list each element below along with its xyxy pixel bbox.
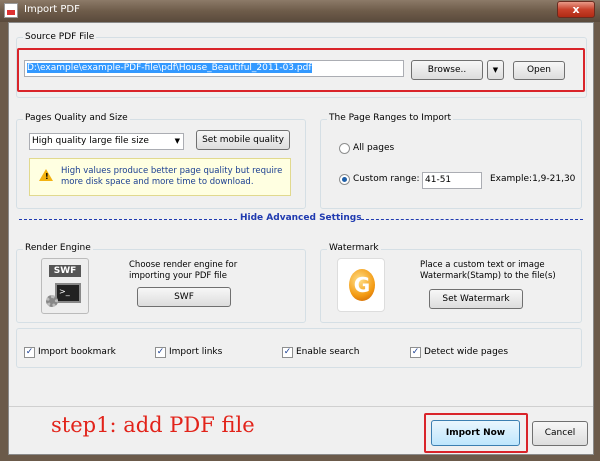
range-example: Example:1,9-21,30 bbox=[490, 174, 576, 184]
render-description: Choose render engine for importing your … bbox=[129, 260, 238, 281]
all-pages-label: All pages bbox=[353, 143, 395, 153]
quality-hint-box: ! High values produce better page qualit… bbox=[29, 158, 291, 196]
quality-select[interactable]: High quality large file size ▼ bbox=[29, 133, 184, 150]
detect-wide-pages-checkbox[interactable]: ✓ bbox=[410, 347, 421, 358]
swf-icon-label: SWF bbox=[49, 265, 81, 277]
quality-hint-text: High values produce better page quality … bbox=[61, 166, 283, 187]
pdf-app-icon bbox=[4, 3, 18, 18]
watermark-legend: Watermark bbox=[327, 243, 381, 253]
browse-button[interactable]: Browse.. bbox=[411, 60, 483, 80]
watermark-description: Place a custom text or image Watermark(S… bbox=[420, 260, 556, 281]
terminal-icon: >_ bbox=[55, 283, 81, 303]
ranges-group bbox=[320, 119, 582, 209]
import-pdf-dialog: Source PDF File D:\example\example-PDF-f… bbox=[8, 22, 594, 455]
warning-icon-mark: ! bbox=[45, 172, 49, 181]
source-pdf-legend: Source PDF File bbox=[23, 32, 97, 42]
enable-search-checkbox[interactable]: ✓ bbox=[282, 347, 293, 358]
import-bookmark-label: Import bookmark bbox=[38, 347, 116, 357]
hide-advanced-settings-link[interactable]: Hide Advanced Settings bbox=[240, 213, 362, 223]
footer-separator bbox=[9, 406, 593, 407]
render-legend: Render Engine bbox=[23, 243, 93, 253]
chevron-down-icon: ▼ bbox=[174, 137, 180, 145]
step-annotation: step1: add PDF file bbox=[51, 413, 255, 437]
pdf-path-input[interactable]: D:\example\example-PDF-file\pdf\House_Be… bbox=[24, 60, 404, 77]
watermark-icon-glyph: G bbox=[349, 269, 375, 301]
cancel-button[interactable]: Cancel bbox=[532, 421, 588, 446]
custom-range-input[interactable]: 41-51 bbox=[422, 172, 482, 189]
watermark-icon: G bbox=[337, 258, 385, 312]
advanced-divider-left bbox=[19, 219, 237, 220]
quality-legend: Pages Quality and Size bbox=[23, 113, 130, 123]
set-watermark-button[interactable]: Set Watermark bbox=[429, 289, 523, 309]
pdf-path-text: D:\example\example-PDF-file\pdf\House_Be… bbox=[27, 63, 312, 73]
import-bookmark-checkbox[interactable]: ✓ bbox=[24, 347, 35, 358]
swf-engine-icon: SWF >_ bbox=[41, 258, 89, 314]
import-now-button[interactable]: Import Now bbox=[431, 420, 520, 446]
set-mobile-quality-button[interactable]: Set mobile quality bbox=[196, 130, 290, 150]
custom-range-label: Custom range: bbox=[353, 174, 420, 184]
title-bar: Import PDF x bbox=[0, 0, 600, 22]
quality-select-value: High quality large file size bbox=[32, 136, 149, 146]
swf-engine-button[interactable]: SWF bbox=[137, 287, 231, 307]
import-links-checkbox[interactable]: ✓ bbox=[155, 347, 166, 358]
ranges-legend: The Page Ranges to Import bbox=[327, 113, 454, 123]
custom-range-radio[interactable] bbox=[339, 174, 350, 185]
gear-icon bbox=[46, 295, 58, 307]
advanced-divider-right bbox=[361, 219, 583, 220]
browse-dropdown-button[interactable]: ▼ bbox=[487, 60, 504, 80]
import-links-label: Import links bbox=[169, 347, 223, 357]
detect-wide-pages-label: Detect wide pages bbox=[424, 347, 509, 357]
enable-search-label: Enable search bbox=[296, 347, 360, 357]
open-button[interactable]: Open bbox=[513, 61, 565, 80]
window-title: Import PDF bbox=[24, 4, 80, 15]
close-button[interactable]: x bbox=[557, 1, 595, 18]
all-pages-radio[interactable] bbox=[339, 143, 350, 154]
